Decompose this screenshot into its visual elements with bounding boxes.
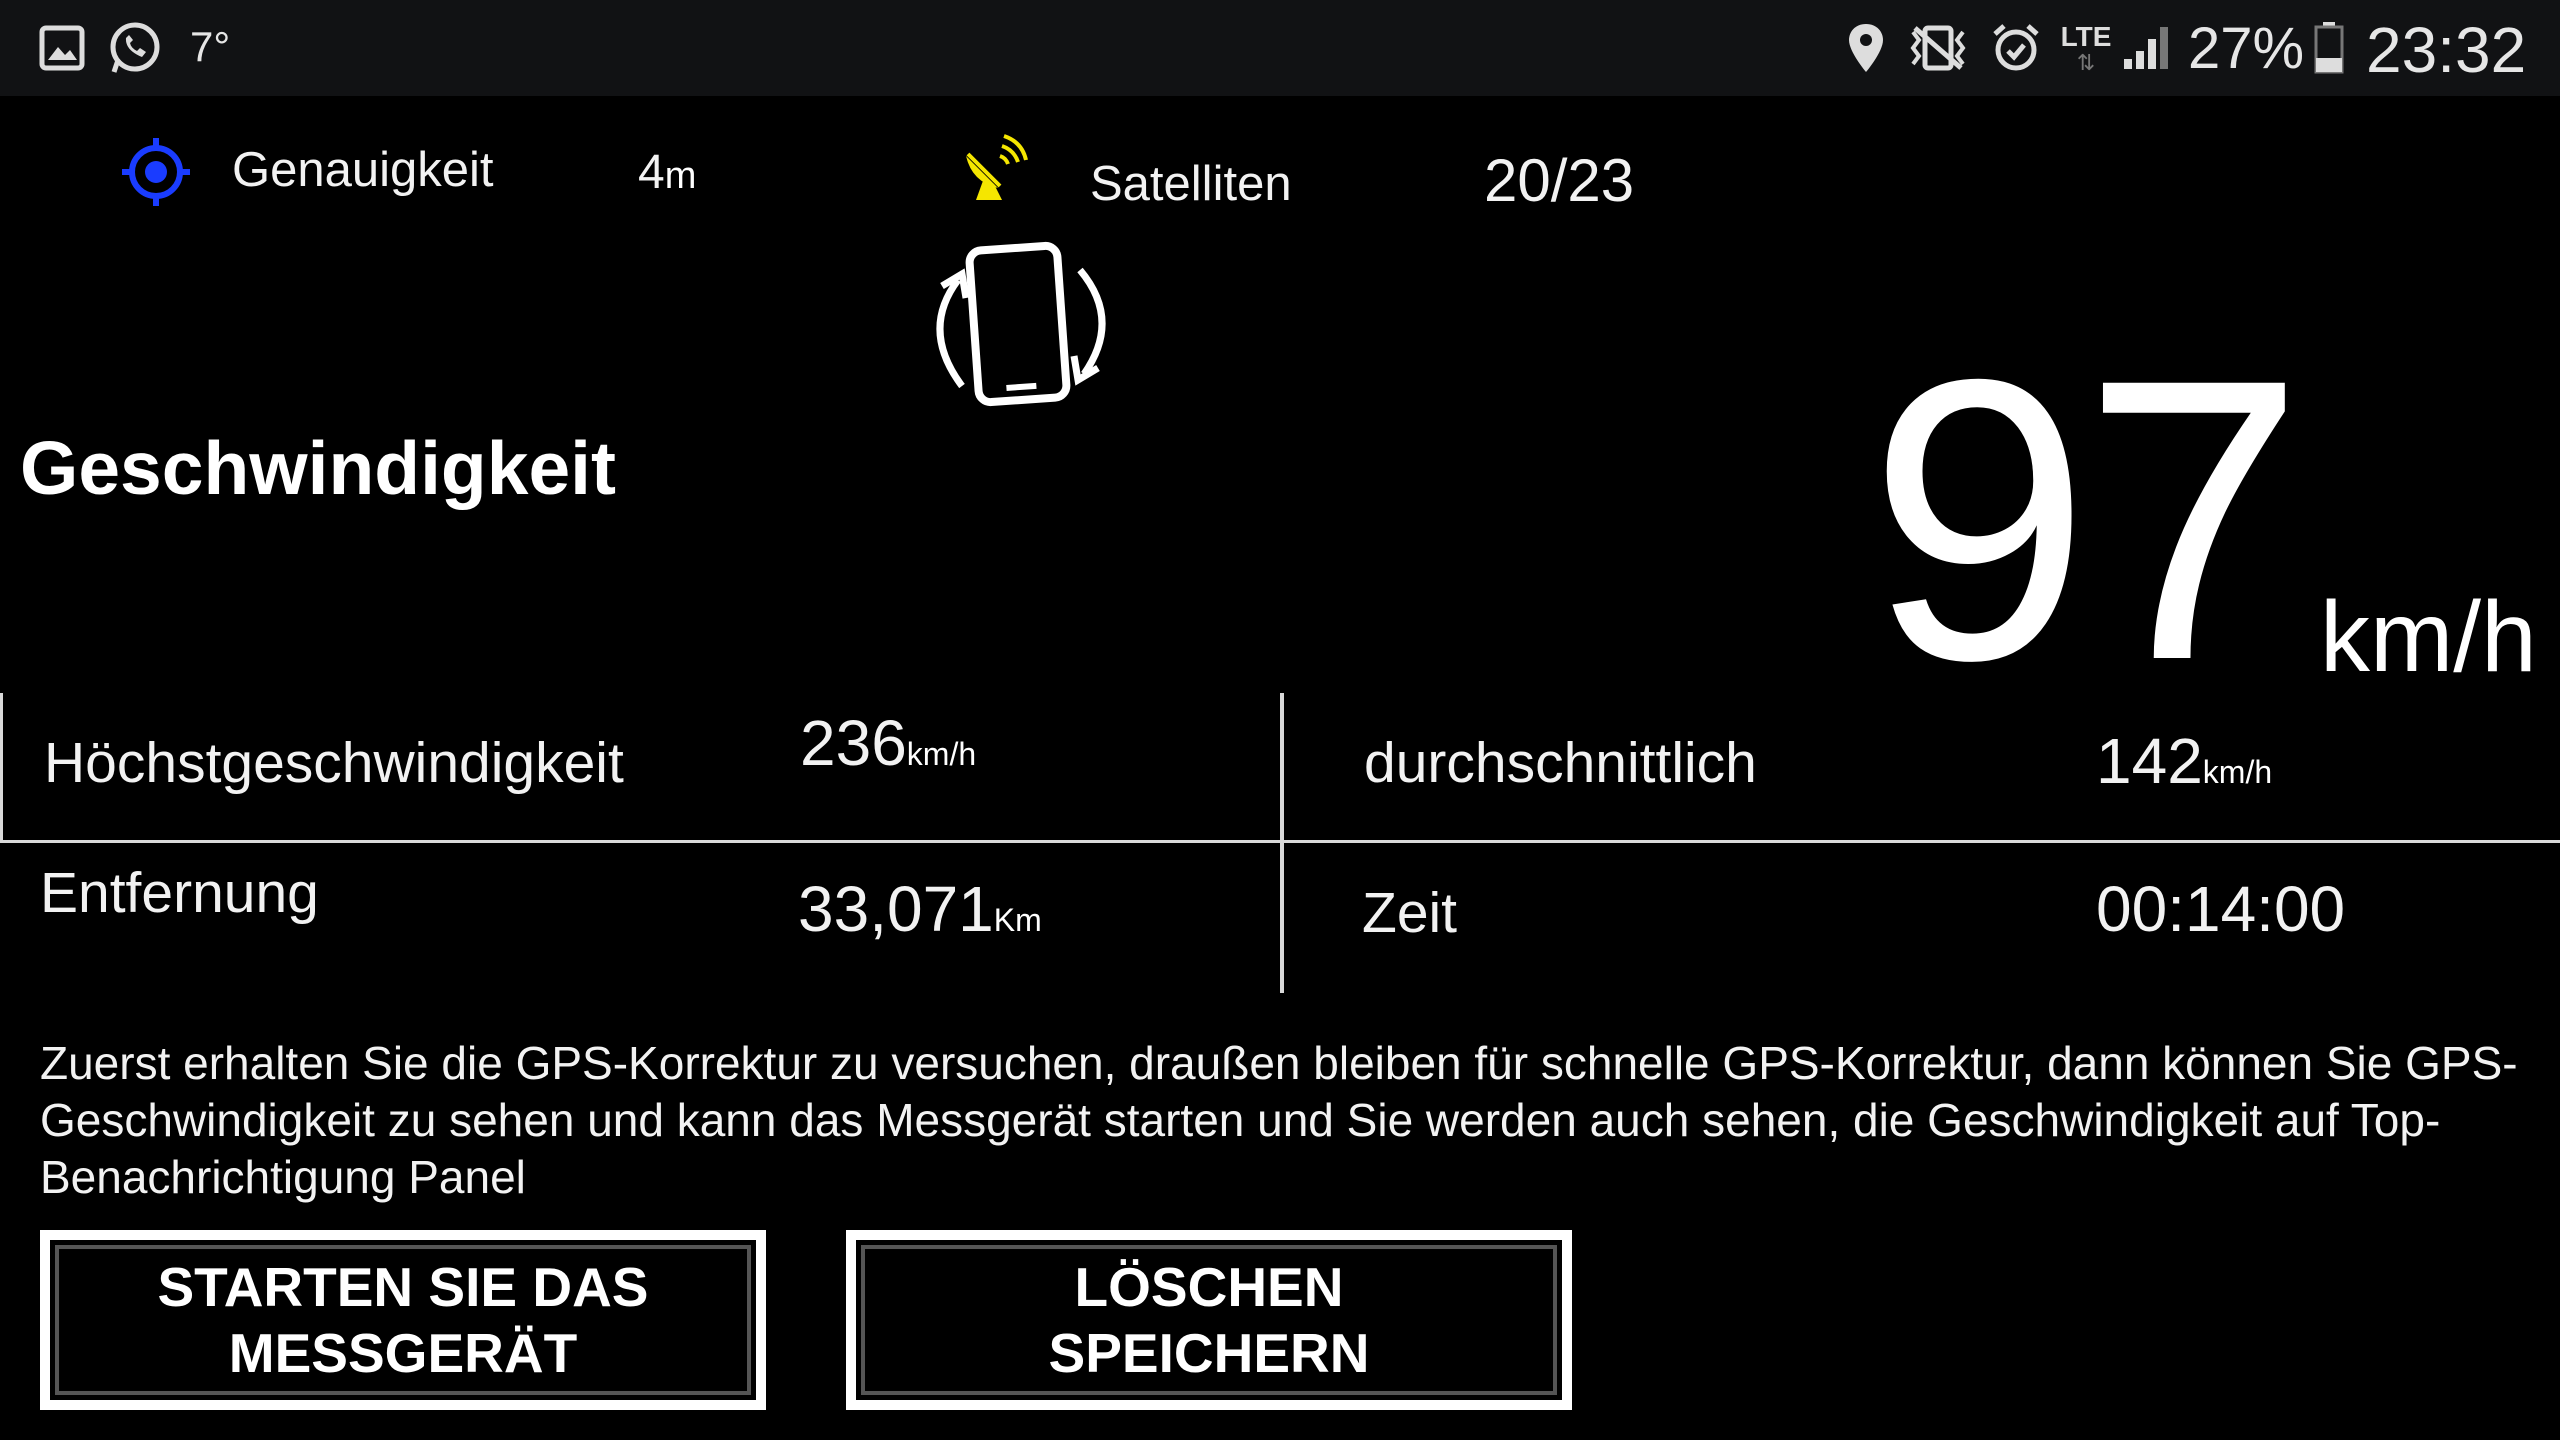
clear-button-line2: SPEICHERN (1048, 1322, 1370, 1384)
max-speed-value: 236 (800, 707, 907, 779)
status-bar: 7° LTE ⇅ 27% 23:32 (0, 0, 2560, 96)
distance-label: Entfernung (40, 861, 319, 925)
distance-unit: Km (993, 902, 1042, 938)
start-meter-button[interactable]: STARTEN SIE DAS MESSGERÄT (40, 1230, 766, 1410)
gallery-icon (36, 18, 88, 78)
instructions-text: Zuerst erhalten Sie die GPS-Korrektur zu… (40, 1037, 2518, 1203)
lte-icon: LTE ⇅ (2060, 21, 2112, 75)
max-speed-unit: km/h (906, 736, 977, 772)
satellites-value: 20/23 (1484, 147, 1635, 214)
grid-divider (1280, 693, 1284, 993)
distance-value: 33,071 (798, 873, 994, 945)
temperature-text: 7° (190, 23, 231, 70)
speed-value: 97 (1868, 296, 2305, 743)
speed-unit: km/h (2320, 581, 2537, 693)
average-speed-readout: 142km/h (2096, 724, 2272, 798)
battery-icon (2312, 18, 2346, 78)
alarm-icon (1988, 18, 2044, 78)
accuracy-readout: 4m (638, 145, 696, 200)
clear-save-button[interactable]: LÖSCHEN SPEICHERN (846, 1230, 1572, 1410)
time-value: 00:14:00 (2096, 873, 2346, 945)
time-label: Zeit (1362, 881, 1458, 945)
battery-percentage: 27% (2188, 16, 2305, 81)
average-speed-label: durchschnittlich (1364, 731, 1757, 795)
vibrate-icon (1900, 18, 1976, 78)
grid-divider (0, 840, 2560, 843)
whatsapp-icon (104, 18, 164, 78)
start-button-line1: STARTEN SIE DAS (157, 1256, 649, 1318)
target-icon (120, 136, 192, 208)
satellites-label: Satelliten (1090, 157, 1292, 211)
distance-readout: 33,071Km (798, 872, 1042, 946)
rotate-screen-icon[interactable] (918, 240, 1124, 410)
accuracy-unit: m (664, 155, 697, 197)
location-icon (1842, 18, 1890, 78)
signal-icon (2120, 18, 2174, 78)
start-button-line2: MESSGERÄT (228, 1322, 578, 1384)
satellite-dish-icon (958, 134, 1028, 204)
clear-button-line1: LÖSCHEN (1074, 1256, 1344, 1318)
accuracy-value: 4 (638, 146, 665, 199)
average-speed-value: 142 (2096, 725, 2203, 797)
accuracy-label: Genauigkeit (232, 143, 494, 197)
speed-label: Geschwindigkeit (20, 426, 616, 510)
grid-divider (0, 693, 3, 843)
max-speed-readout: 236km/h (800, 706, 976, 780)
max-speed-label: Höchstgeschwindigkeit (44, 731, 624, 795)
clock: 23:32 (2366, 14, 2527, 86)
average-speed-unit: km/h (2202, 754, 2273, 790)
